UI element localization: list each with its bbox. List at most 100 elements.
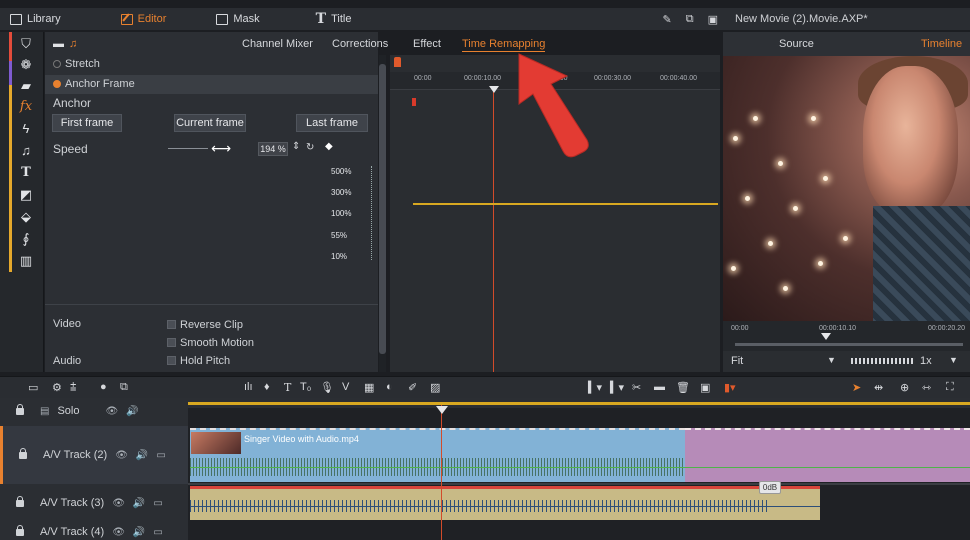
speed-slider-track[interactable]	[168, 148, 208, 149]
menu-title[interactable]: T Title	[306, 8, 362, 30]
color-icon[interactable]: ◐	[386, 381, 393, 393]
track-header-av-2[interactable]: A/V Track (2) 👁 🔊 ▭	[0, 426, 188, 484]
smooth-motion-option[interactable]: Smooth Motion	[167, 337, 254, 349]
visibility-eye-icon[interactable]: 👁	[112, 498, 125, 509]
camera-icon[interactable]: ▰	[18, 78, 34, 94]
lock-icon[interactable]	[16, 403, 24, 415]
audio-mixer-icon[interactable]: ılı	[244, 381, 253, 393]
preview-progress-bar[interactable]	[735, 343, 963, 346]
color-wheel-icon[interactable]: ❁	[18, 57, 34, 73]
paint-icon[interactable]: ✐	[408, 381, 417, 394]
first-frame-button[interactable]: First frame	[52, 114, 122, 132]
export-icon[interactable]: ⧉	[120, 381, 128, 394]
timeline-playhead[interactable]	[441, 405, 442, 540]
text-t-icon[interactable]: T	[18, 165, 34, 181]
fit-chevron-down-icon[interactable]: ▼	[827, 355, 836, 365]
track-header-av-4[interactable]: A/V Track (4) 👁 🔊 ▭	[0, 524, 188, 540]
visibility-eye-icon[interactable]: 👁	[115, 450, 128, 461]
track-header-av-3[interactable]: A/V Track (3) 👁 🔊 ▭	[0, 486, 188, 520]
graph-playhead-handle[interactable]	[489, 86, 499, 93]
copy-icon[interactable]: ⧉	[686, 13, 694, 26]
preview-playhead-handle[interactable]	[821, 333, 831, 340]
marker-icon[interactable]: ♦	[264, 381, 270, 393]
speed-stepper-icon[interactable]: ⇕	[292, 141, 300, 152]
lightning-icon[interactable]: ϟ	[18, 121, 34, 137]
speed-curve[interactable]	[413, 203, 718, 205]
last-frame-button[interactable]: Last frame	[296, 114, 368, 132]
record-icon[interactable]: ●	[100, 381, 107, 393]
tab-effect[interactable]: Effect	[413, 38, 441, 50]
menu-editor[interactable]: Editor	[111, 8, 177, 30]
preview-video[interactable]	[723, 56, 970, 321]
music-tab-icon[interactable]: ♫	[69, 38, 77, 50]
clip-icon[interactable]: ▬	[654, 381, 665, 393]
image-icon[interactable]: ▨	[430, 381, 440, 394]
reverse-clip-checkbox[interactable]	[167, 320, 176, 329]
visibility-eye-icon[interactable]: 👁	[112, 527, 125, 538]
visibility-eye-icon[interactable]: 👁	[105, 406, 118, 417]
current-frame-button[interactable]: Current frame	[174, 114, 246, 132]
speed-value-field[interactable]: 194 %	[258, 142, 288, 156]
smooth-motion-checkbox[interactable]	[167, 338, 176, 347]
pencil-icon[interactable]: ✎	[663, 13, 672, 26]
volume-envelope-line[interactable]	[190, 467, 970, 468]
graph-marker-icon[interactable]	[394, 57, 401, 67]
shield-icon[interactable]: ⛉	[18, 36, 34, 52]
lock-icon[interactable]	[16, 524, 24, 536]
hold-pitch-checkbox[interactable]	[167, 356, 176, 365]
layout-icon[interactable]: ▣	[708, 13, 718, 26]
reverse-clip-option[interactable]: Reverse Clip	[167, 319, 243, 331]
anchor-frame-radio[interactable]	[53, 80, 61, 88]
title-icon[interactable]: T	[284, 381, 291, 394]
storyboard-icon[interactable]: ▦	[364, 381, 374, 394]
speed-chevron-down-icon[interactable]: ▼	[949, 355, 958, 365]
monitor-icon[interactable]: ▭	[153, 498, 162, 509]
tab-corrections[interactable]: Corrections	[332, 38, 388, 50]
trim-mode-icon[interactable]: ▍▾	[610, 381, 624, 394]
trim-tool-icon[interactable]: ⇹	[874, 381, 883, 394]
lock-icon[interactable]	[19, 447, 27, 459]
speaker-icon[interactable]: 🔊	[133, 527, 145, 538]
snapshot-icon[interactable]: ▣	[700, 381, 710, 394]
music-note-icon[interactable]: ♫	[18, 143, 34, 159]
trash-icon[interactable]: 🗑	[676, 381, 690, 394]
tab-source[interactable]: Source	[779, 38, 814, 50]
zoom-fit-icon[interactable]: ⊕	[900, 381, 909, 394]
razor-icon[interactable]: ✂	[632, 381, 641, 394]
menu-mask[interactable]: Mask	[206, 8, 269, 30]
playback-speed-dropdown[interactable]: 1x	[920, 355, 932, 367]
split-icon[interactable]: V	[342, 381, 349, 393]
speed-reset-icon[interactable]: ↻	[306, 142, 314, 153]
film-icon[interactable]: ▥	[18, 253, 34, 269]
timeline-marker-icon[interactable]: ▮▾	[724, 381, 736, 394]
insert-mode-icon[interactable]: ▍▾	[588, 381, 602, 394]
panel-scrollbar-thumb[interactable]	[379, 64, 386, 354]
graph-playhead[interactable]	[493, 86, 494, 372]
zoom-icon[interactable]: ⇿	[922, 381, 931, 394]
track-4-lane[interactable]	[188, 522, 970, 540]
video-clip-remapped-extension[interactable]	[685, 428, 970, 482]
voiceover-mic-icon[interactable]: 🎙	[320, 381, 334, 394]
track-header-solo[interactable]: ▤ Solo 👁 🔊	[0, 400, 188, 422]
fx-icon[interactable]: fx	[18, 99, 34, 115]
anchor-frame-option[interactable]: Anchor Frame	[45, 75, 378, 94]
snap-icon[interactable]: ⩲	[70, 381, 76, 394]
transition-icon[interactable]: ◩	[18, 187, 34, 203]
speaker-icon[interactable]: 🔊	[136, 450, 148, 461]
keyframe-diamond-icon[interactable]: ◆	[325, 141, 333, 152]
graph-in-marker[interactable]	[412, 98, 416, 106]
audio-volume-line[interactable]	[190, 506, 820, 507]
jog-shuttle-control[interactable]	[851, 358, 913, 364]
solo-icon[interactable]: ▤	[40, 406, 49, 417]
camera-tab-icon[interactable]: ▬	[53, 38, 64, 50]
monitor-icon[interactable]: ▭	[153, 527, 162, 538]
timeline-view-icon[interactable]: ▭	[28, 381, 38, 394]
fullscreen-icon[interactable]: ⛶	[946, 381, 954, 394]
stretch-option[interactable]: Stretch	[45, 55, 378, 74]
timeline-range-bar[interactable]	[188, 402, 970, 405]
tab-timeline[interactable]: Timeline	[921, 38, 962, 50]
pointer-tool-icon[interactable]: ➤	[852, 381, 861, 394]
fit-dropdown[interactable]: Fit	[731, 355, 743, 367]
speaker-icon[interactable]: 🔊	[133, 498, 145, 509]
title-text-icon[interactable]: T₀	[300, 381, 311, 393]
